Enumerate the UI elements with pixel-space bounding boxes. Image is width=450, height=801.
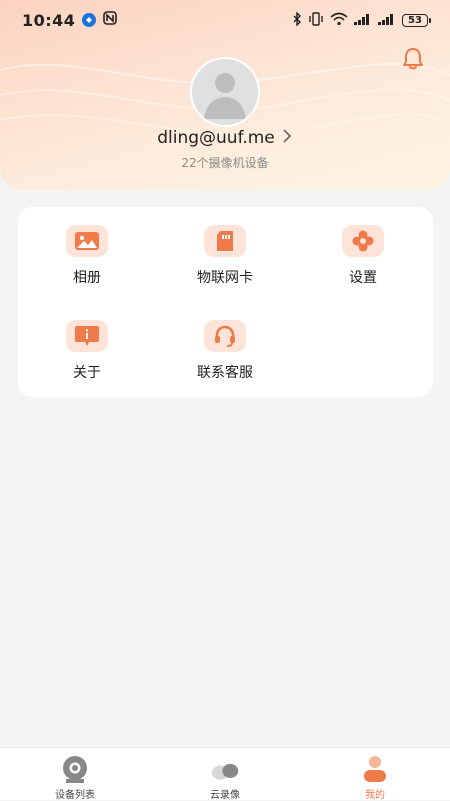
tab-mine[interactable]: 我的 (320, 748, 430, 801)
device-count-text: 22个摄像机设备 (181, 156, 269, 170)
cloud-icon (210, 755, 240, 785)
menu-item-iot-card[interactable]: 物联网卡 (165, 207, 285, 287)
menu-label-customer-service: 联系客服 (197, 365, 253, 381)
chevron-right-icon (281, 128, 293, 148)
signal-icon-2 (378, 13, 396, 28)
account-email: dling@uuf.me (157, 128, 275, 148)
sim-card-icon (204, 225, 246, 257)
bottom-tab-bar: 设备列表 云录像 我的 (0, 747, 450, 801)
tab-cloud-recording[interactable]: 云录像 (170, 748, 280, 801)
info-icon (66, 320, 108, 352)
avatar[interactable] (190, 57, 260, 127)
battery-icon: 53 (402, 13, 431, 27)
settings-gear-icon (342, 225, 384, 257)
album-icon (66, 225, 108, 257)
nfc-icon (103, 11, 118, 29)
menu-item-album[interactable]: 相册 (27, 207, 147, 287)
tab-label-device-list: 设备列表 (55, 790, 95, 801)
default-avatar-icon (204, 73, 246, 119)
bluetooth-icon (292, 10, 302, 29)
status-time: 10:44 (22, 10, 76, 30)
menu-label-about: 关于 (73, 365, 101, 381)
menu-label-iot-card: 物联网卡 (197, 270, 253, 286)
notification-bell-icon[interactable] (400, 46, 426, 72)
menu-item-customer-service[interactable]: 联系客服 (165, 302, 285, 382)
tab-device-list[interactable]: 设备列表 (20, 748, 130, 801)
account-row[interactable]: dling@uuf.me (0, 126, 450, 150)
person-icon (360, 755, 390, 785)
camera-icon (60, 755, 90, 785)
app-notification-icon (82, 13, 97, 27)
menu-item-about[interactable]: 关于 (27, 302, 147, 382)
menu-card: 相册 物联网卡 设置 关于 联系客服 (18, 207, 433, 397)
profile-header: 10:44 53 dling@uuf.me 22个摄像机设备 (0, 0, 450, 190)
menu-label-settings: 设置 (349, 270, 377, 286)
menu-label-album: 相册 (73, 270, 101, 286)
signal-icon-1 (354, 13, 372, 28)
wifi-icon (330, 12, 348, 29)
status-bar: 10:44 53 (0, 0, 450, 40)
tab-label-cloud-recording: 云录像 (210, 790, 240, 801)
menu-item-settings[interactable]: 设置 (303, 207, 423, 287)
vibrate-icon (308, 11, 324, 29)
headset-icon (204, 320, 246, 352)
tab-label-mine: 我的 (365, 790, 385, 801)
